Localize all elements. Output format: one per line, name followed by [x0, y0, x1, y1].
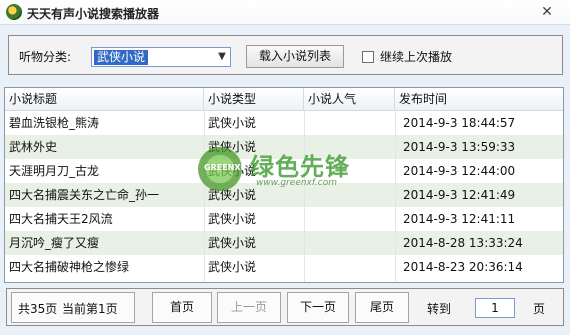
cell-type: 武侠小说 [208, 212, 257, 226]
title-bar: 天天有声小说搜索播放器 ✕ [0, 0, 570, 25]
load-list-button[interactable]: 载入小说列表 [246, 45, 344, 68]
cell-date: 2014-9-3 12:41:49 [403, 188, 516, 202]
table-row[interactable]: 天涯明月刀_古龙 武侠小说 2014-9-3 12:44:00 [5, 159, 563, 183]
table-row[interactable]: 四大名捕破神枪之惨绿 武侠小说 2014-8-23 20:36:14 [5, 255, 563, 279]
category-label: 听物分类: [19, 50, 72, 64]
window-title: 天天有声小说搜索播放器 [27, 7, 160, 21]
cell-popularity [304, 231, 395, 255]
cell-title: 天涯明月刀_古龙 [9, 164, 100, 178]
column-header-popularity[interactable]: 小说人气 [304, 88, 395, 111]
cell-type: 武侠小说 [208, 236, 257, 250]
cell-type: 武侠小说 [208, 164, 257, 178]
cell-title: 碧血洗银枪_熊涛 [9, 116, 100, 130]
cell-popularity [304, 111, 395, 135]
list-header: 小说标题 小说类型 小说人气 发布时间 [5, 88, 563, 111]
category-select[interactable]: 武侠小说 ▼ [91, 47, 231, 67]
first-page-button[interactable]: 首页 [152, 292, 212, 323]
cell-type: 武侠小说 [208, 116, 257, 130]
app-icon [6, 4, 22, 20]
cell-title: 武林外史 [9, 140, 58, 154]
close-button[interactable]: ✕ [532, 3, 562, 21]
cell-popularity [304, 183, 395, 207]
next-page-button[interactable]: 下一页 [287, 292, 349, 323]
page-info-box: 共35页 当前第1页 [11, 292, 135, 323]
cell-type: 武侠小说 [208, 140, 257, 154]
category-select-value: 武侠小说 [94, 50, 149, 65]
last-page-button[interactable]: 尾页 [355, 292, 409, 323]
cell-title: 四大名捕破神枪之惨绿 [9, 260, 130, 274]
cell-date: 2014-9-3 12:41:11 [403, 212, 516, 226]
continue-checkbox[interactable] [362, 51, 374, 63]
chevron-down-icon[interactable]: ▼ [214, 48, 230, 66]
cell-title: 月沉吟_瘦了又瘦 [9, 236, 100, 250]
cell-type: 武侠小说 [208, 188, 257, 202]
pagination-bar: 共35页 当前第1页 首页 上一页 下一页 尾页 转到 1 页 [6, 288, 564, 326]
table-row[interactable]: 四大名捕震关东之亡命_孙一 武侠小说 2014-9-3 12:41:49 [5, 183, 563, 207]
cell-title: 四大名捕震关东之亡命_孙一 [9, 188, 160, 202]
column-divider [304, 111, 305, 282]
cell-popularity [304, 255, 395, 279]
column-header-title[interactable]: 小说标题 [5, 88, 204, 111]
cell-popularity [304, 159, 395, 183]
cell-title: 四大名捕天王2风流 [9, 212, 113, 226]
page-unit-label: 页 [533, 302, 546, 316]
toolbar: 听物分类: 武侠小说 ▼ 载入小说列表 继续上次播放 [8, 35, 563, 75]
cell-date: 2014-8-28 13:33:24 [403, 236, 523, 250]
cell-type: 武侠小说 [208, 260, 257, 274]
total-pages: 共35页 [18, 302, 58, 316]
table-row[interactable]: 武林外史 武侠小说 2014-9-3 13:59:33 [5, 135, 563, 159]
novel-list[interactable]: 小说标题 小说类型 小说人气 发布时间 碧血洗银枪_熊涛 武侠小说 2014-9… [4, 87, 564, 283]
table-row[interactable]: 四大名捕天王2风流 武侠小说 2014-9-3 12:41:11 [5, 207, 563, 231]
table-row[interactable]: 月沉吟_瘦了又瘦 武侠小说 2014-8-28 13:33:24 [5, 231, 563, 255]
table-row[interactable]: 碧血洗银枪_熊涛 武侠小说 2014-9-3 18:44:57 [5, 111, 563, 135]
current-page: 当前第1页 [62, 302, 118, 316]
cell-date: 2014-9-3 18:44:57 [403, 116, 516, 130]
cell-popularity [304, 207, 395, 231]
continue-label[interactable]: 继续上次播放 [380, 48, 452, 65]
column-divider [395, 111, 396, 282]
page-number-input[interactable]: 1 [475, 298, 515, 318]
cell-date: 2014-9-3 12:44:00 [403, 164, 516, 178]
column-divider [204, 111, 205, 282]
goto-label: 转到 [427, 302, 452, 316]
column-header-date[interactable]: 发布时间 [395, 88, 563, 111]
column-header-type[interactable]: 小说类型 [204, 88, 304, 111]
prev-page-button[interactable]: 上一页 [217, 292, 281, 323]
cell-popularity [304, 135, 395, 159]
cell-date: 2014-8-23 20:36:14 [403, 260, 523, 274]
cell-date: 2014-9-3 13:59:33 [403, 140, 516, 154]
